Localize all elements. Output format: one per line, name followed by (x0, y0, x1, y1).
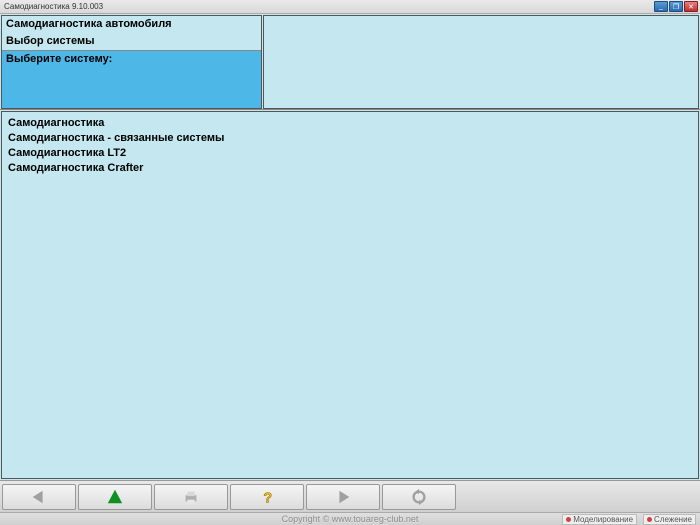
maximize-button[interactable]: ❐ (669, 1, 683, 12)
go-button[interactable] (78, 484, 152, 510)
list-item[interactable]: Самодиагностика (8, 116, 692, 131)
status-tracking[interactable]: Слежение (643, 514, 696, 525)
status-dot-icon (647, 517, 652, 522)
print-button[interactable] (154, 484, 228, 510)
print-icon (182, 488, 200, 506)
window-controls: _ ❐ ✕ (654, 1, 698, 12)
status-label: Слежение (654, 515, 692, 524)
right-info-panel (263, 15, 699, 109)
bottom-toolbar: ? (0, 480, 700, 512)
system-list: Самодиагностика Самодиагностика - связан… (1, 111, 699, 479)
status-label: Моделирование (573, 515, 633, 524)
triangle-up-icon (106, 488, 124, 506)
list-item[interactable]: Самодиагностика LT2 (8, 146, 692, 161)
question-icon: ? (258, 488, 276, 506)
left-info-panel: Самодиагностика автомобиля Выбор системы… (1, 15, 262, 109)
status-simulation[interactable]: Моделирование (562, 514, 637, 525)
copyright-text: Copyright © www.touareg-club.net (282, 514, 419, 524)
left-panel-line2: Выбор системы (2, 33, 261, 50)
list-item[interactable]: Самодиагностика - связанные системы (8, 131, 692, 146)
back-button[interactable] (2, 484, 76, 510)
forward-button[interactable] (306, 484, 380, 510)
close-button[interactable]: ✕ (684, 1, 698, 12)
left-panel-line1: Самодиагностика автомобиля (2, 16, 261, 33)
triangle-left-icon (30, 488, 48, 506)
status-bar: Copyright © www.touareg-club.net Моделир… (0, 512, 700, 525)
top-panels: Самодиагностика автомобиля Выбор системы… (0, 14, 700, 110)
left-panel-prompt: Выберите систему: (2, 50, 261, 108)
status-dot-icon (566, 517, 571, 522)
refresh-button[interactable] (382, 484, 456, 510)
window-title: Самодиагностика 9.10.003 (4, 2, 654, 11)
svg-text:?: ? (263, 490, 272, 506)
minimize-button[interactable]: _ (654, 1, 668, 12)
list-item[interactable]: Самодиагностика Crafter (8, 161, 692, 176)
help-button[interactable]: ? (230, 484, 304, 510)
window-titlebar: Самодиагностика 9.10.003 _ ❐ ✕ (0, 0, 700, 14)
refresh-icon (410, 488, 428, 506)
triangle-right-icon (334, 488, 352, 506)
